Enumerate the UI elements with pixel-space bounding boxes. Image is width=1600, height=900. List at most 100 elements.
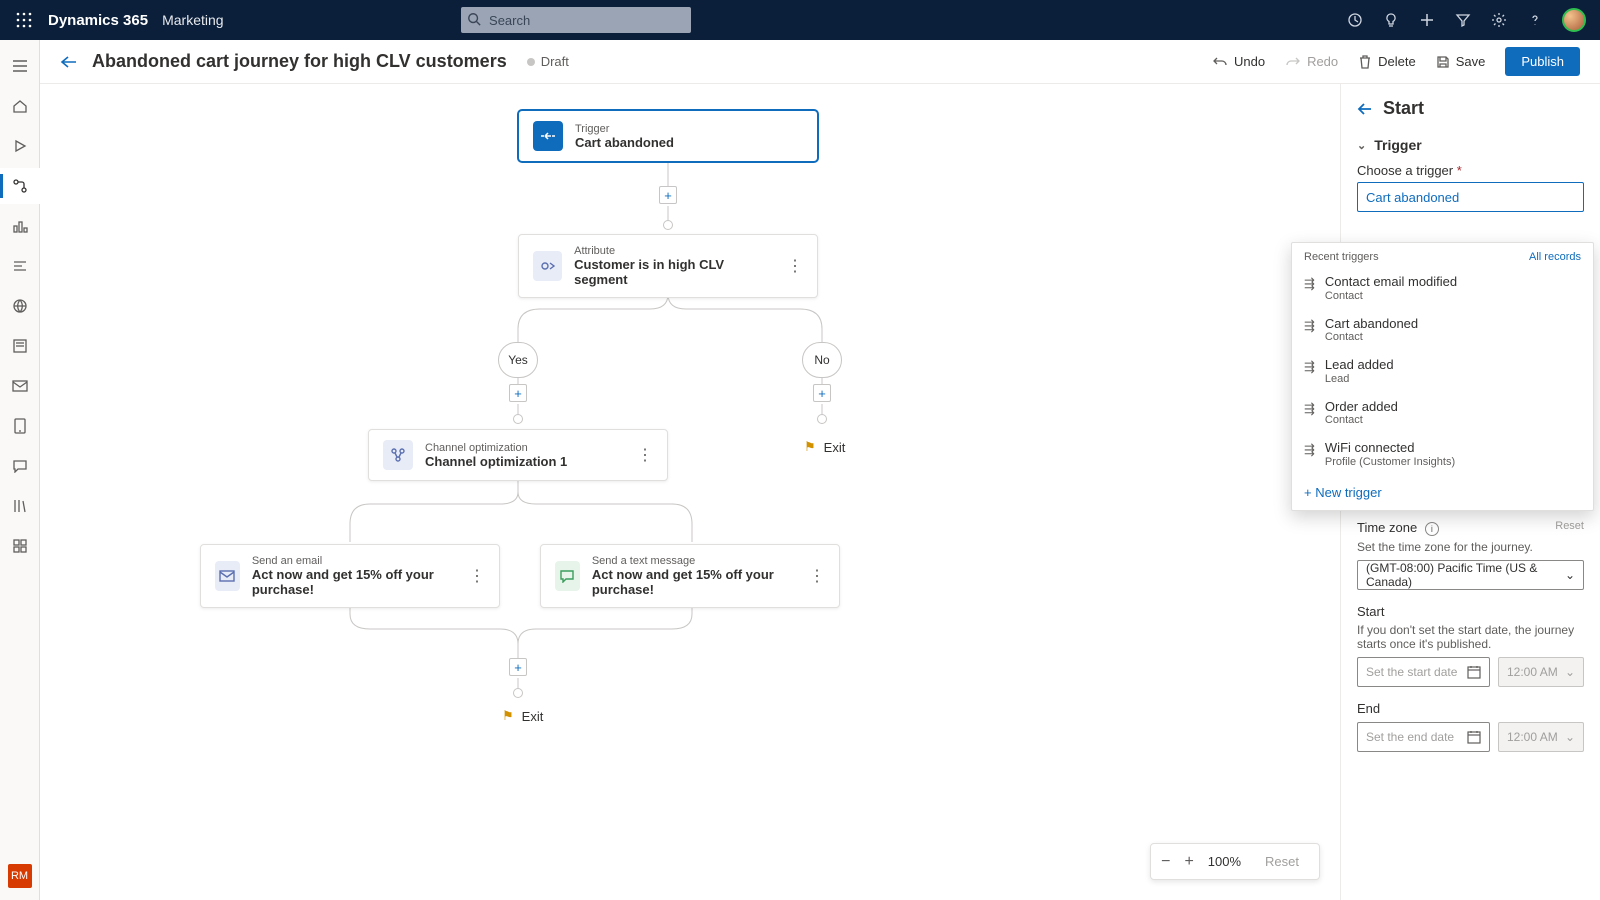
trigger-item-icon: ⇶ xyxy=(1304,276,1315,292)
timer-icon[interactable] xyxy=(1346,11,1364,29)
trigger-icon xyxy=(533,121,563,151)
trigger-item-icon: ⇶ xyxy=(1304,318,1315,334)
save-button[interactable]: Save xyxy=(1436,54,1486,69)
rail-chat-icon[interactable] xyxy=(0,448,40,484)
rail-globe-icon[interactable] xyxy=(0,288,40,324)
journey-canvas[interactable]: Trigger Cart abandoned + Attribute Custo… xyxy=(40,84,1340,900)
node-more-icon[interactable]: ⋮ xyxy=(457,566,485,586)
end-time-select[interactable]: 12:00 AM ⌄ xyxy=(1498,722,1584,752)
help-icon[interactable] xyxy=(1526,11,1544,29)
filter-icon[interactable] xyxy=(1454,11,1472,29)
rail-home-icon[interactable] xyxy=(0,88,40,124)
exit-node[interactable]: ⚑ Exit xyxy=(502,708,543,724)
branch-no[interactable]: No xyxy=(802,342,842,378)
zoom-out-button[interactable]: − xyxy=(1161,853,1170,871)
gear-icon[interactable] xyxy=(1490,11,1508,29)
node-value: Act now and get 15% off your purchase! xyxy=(592,567,797,597)
start-time-select[interactable]: 12:00 AM ⌄ xyxy=(1498,657,1584,687)
timezone-select[interactable]: (GMT-08:00) Pacific Time (US & Canada) ⌄ xyxy=(1357,560,1584,590)
node-more-icon[interactable]: ⋮ xyxy=(775,256,803,276)
lightbulb-icon[interactable] xyxy=(1382,11,1400,29)
node-channel-optimization[interactable]: Channel optimization Channel optimizatio… xyxy=(368,429,668,481)
rail-flow-icon[interactable] xyxy=(0,248,40,284)
rail-journey-icon[interactable] xyxy=(0,168,40,204)
timezone-value: (GMT-08:00) Pacific Time (US & Canada) xyxy=(1366,561,1565,589)
add-step-button[interactable]: + xyxy=(509,658,527,676)
flyout-item[interactable]: ⇶ WiFi connectedProfile (Customer Insigh… xyxy=(1292,433,1593,475)
brand-label[interactable]: Dynamics 365 xyxy=(48,12,148,29)
avatar[interactable] xyxy=(1562,8,1586,32)
rail-phone-icon[interactable] xyxy=(0,408,40,444)
node-label: Trigger xyxy=(575,123,674,135)
zoom-controls: − + 100% Reset xyxy=(1150,843,1320,880)
new-trigger-link[interactable]: + New trigger xyxy=(1292,475,1593,510)
undo-button[interactable]: Undo xyxy=(1212,54,1265,69)
publish-button[interactable]: Publish xyxy=(1505,47,1580,76)
flyout-item-sub: Contact xyxy=(1325,290,1457,302)
calendar-icon xyxy=(1467,730,1481,744)
timezone-reset-link[interactable]: Reset xyxy=(1555,520,1584,532)
section-trigger[interactable]: ⌄ Trigger xyxy=(1357,137,1584,153)
panel-back-icon[interactable] xyxy=(1357,103,1373,115)
app-launcher-icon[interactable] xyxy=(8,4,40,36)
flyout-item-title: Order added xyxy=(1325,399,1398,415)
zoom-in-button[interactable]: + xyxy=(1184,853,1193,871)
flyout-header-label: Recent triggers xyxy=(1304,251,1379,263)
exit-node[interactable]: ⚑ Exit xyxy=(804,439,845,455)
rail-analytics-icon[interactable] xyxy=(0,208,40,244)
trigger-input[interactable] xyxy=(1357,182,1584,212)
persona-badge[interactable]: RM xyxy=(8,864,32,888)
chevron-down-icon: ⌄ xyxy=(1357,139,1366,152)
connector-dot xyxy=(513,688,523,698)
node-label: Send a text message xyxy=(592,555,797,567)
flyout-item-sub: Lead xyxy=(1325,373,1394,385)
back-icon[interactable] xyxy=(60,55,78,69)
delete-label: Delete xyxy=(1378,54,1416,69)
flyout-item-sub: Contact xyxy=(1325,414,1398,426)
redo-button[interactable]: Redo xyxy=(1285,54,1338,69)
redo-label: Redo xyxy=(1307,54,1338,69)
flyout-item[interactable]: ⇶ Contact email modifiedContact xyxy=(1292,267,1593,309)
timezone-hint: Set the time zone for the journey. xyxy=(1357,540,1584,554)
field-label-end: End xyxy=(1357,701,1584,716)
search-input[interactable] xyxy=(461,7,691,33)
module-label[interactable]: Marketing xyxy=(162,12,223,28)
zoom-reset-button[interactable]: Reset xyxy=(1255,850,1309,873)
rail-hamburger-icon[interactable] xyxy=(0,48,40,84)
info-icon[interactable]: i xyxy=(1425,522,1439,536)
node-email[interactable]: Send an email Act now and get 15% off yo… xyxy=(200,544,500,608)
properties-panel: Start ⌄ Trigger Choose a trigger * Recen… xyxy=(1340,84,1600,900)
flyout-all-records-link[interactable]: All records xyxy=(1529,251,1581,263)
start-date-input[interactable]: Set the start date xyxy=(1357,657,1490,687)
rail-play-icon[interactable] xyxy=(0,128,40,164)
attribute-icon xyxy=(533,251,562,281)
node-more-icon[interactable]: ⋮ xyxy=(625,445,653,465)
flyout-item[interactable]: ⇶ Lead addedLead xyxy=(1292,350,1593,392)
rail-dashboard-icon[interactable] xyxy=(0,528,40,564)
node-attribute[interactable]: Attribute Customer is in high CLV segmen… xyxy=(518,234,818,298)
chevron-down-icon: ⌄ xyxy=(1565,665,1575,679)
add-step-button[interactable]: + xyxy=(813,384,831,402)
save-label: Save xyxy=(1456,54,1486,69)
node-more-icon[interactable]: ⋮ xyxy=(797,566,825,586)
rail-form-icon[interactable] xyxy=(0,328,40,364)
delete-button[interactable]: Delete xyxy=(1358,54,1416,70)
flyout-item-sub: Contact xyxy=(1325,331,1418,343)
flyout-item[interactable]: ⇶ Cart abandonedContact xyxy=(1292,309,1593,351)
start-date-placeholder: Set the start date xyxy=(1366,665,1457,679)
node-trigger[interactable]: Trigger Cart abandoned xyxy=(518,110,818,162)
add-step-button[interactable]: + xyxy=(509,384,527,402)
node-sms[interactable]: Send a text message Act now and get 15% … xyxy=(540,544,840,608)
flyout-item[interactable]: ⇶ Order addedContact xyxy=(1292,392,1593,434)
left-rail: RM xyxy=(0,40,40,900)
rail-mail-icon[interactable] xyxy=(0,368,40,404)
node-value: Cart abandoned xyxy=(575,135,674,150)
plus-icon[interactable] xyxy=(1418,11,1436,29)
rail-library-icon[interactable] xyxy=(0,488,40,524)
end-date-input[interactable]: Set the end date xyxy=(1357,722,1490,752)
branch-yes[interactable]: Yes xyxy=(498,342,538,378)
add-step-button[interactable]: + xyxy=(659,186,677,204)
search-icon xyxy=(467,12,481,26)
flyout-item-title: Contact email modified xyxy=(1325,274,1457,290)
connector-dot xyxy=(663,220,673,230)
